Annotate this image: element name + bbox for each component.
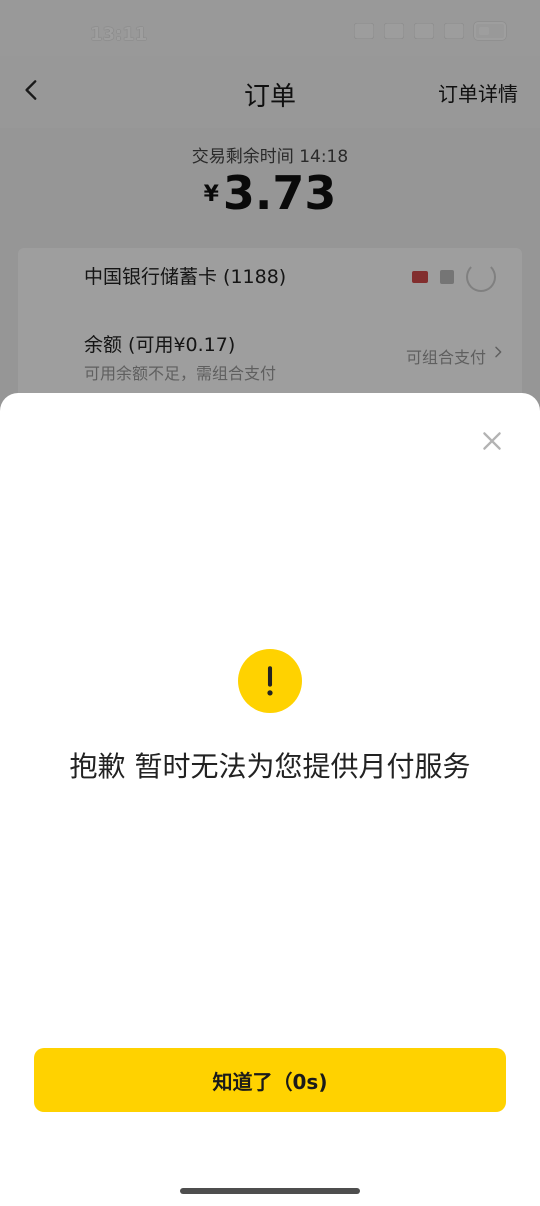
warning-badge: [238, 649, 302, 713]
home-indicator[interactable]: [180, 1188, 360, 1194]
warning-icon: [267, 666, 273, 696]
error-dialog: 抱歉 暂时无法为您提供月付服务 知道了（0s): [0, 393, 540, 1206]
close-button[interactable]: [474, 423, 510, 459]
confirm-button[interactable]: 知道了（0s): [34, 1048, 506, 1112]
close-icon: [483, 432, 501, 450]
error-message: 抱歉 暂时无法为您提供月付服务: [69, 750, 471, 783]
